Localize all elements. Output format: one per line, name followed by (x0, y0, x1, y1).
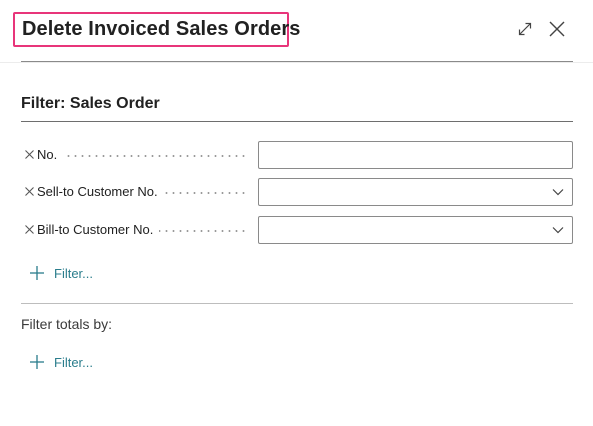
remove-filter-icon[interactable] (24, 186, 35, 197)
filter-row-no: No. (21, 141, 573, 169)
filter-field-label: Sell-to Customer No. (37, 184, 164, 199)
remove-filter-icon[interactable] (24, 149, 35, 160)
filter-field-label: No. (37, 147, 64, 162)
add-filter-label: Filter... (54, 265, 94, 281)
chevron-down-icon (552, 226, 564, 234)
filter-section-title: Filter: Sales Order (21, 95, 160, 112)
no-filter-input[interactable] (258, 141, 573, 169)
add-filter-button[interactable]: Filter... (29, 265, 93, 281)
add-totals-filter-button[interactable]: Filter... (29, 354, 93, 370)
close-button[interactable] (545, 17, 569, 41)
dialog-title: Delete Invoiced Sales Orders (22, 18, 301, 40)
expand-icon (517, 21, 533, 37)
filter-row-bill-to-customer: Bill-to Customer No. (21, 216, 573, 244)
plus-icon (29, 354, 45, 370)
remove-filter-icon[interactable] (24, 224, 35, 235)
bill-to-customer-select[interactable] (258, 216, 573, 244)
filter-totals-title: Filter totals by: (21, 316, 113, 332)
dialog: Delete Invoiced Sales Orders Filter: Sal… (0, 0, 593, 426)
filter-row-sell-to-customer: Sell-to Customer No. (21, 178, 573, 206)
plus-icon (29, 265, 45, 281)
leader-dots (37, 155, 249, 157)
totals-divider (21, 303, 573, 304)
chevron-down-icon (552, 188, 564, 196)
expand-button[interactable] (513, 17, 537, 41)
header-shadow (0, 62, 593, 63)
filter-section-divider (21, 121, 573, 122)
filter-field-label: Bill-to Customer No. (37, 222, 160, 237)
sell-to-customer-select[interactable] (258, 178, 573, 206)
close-icon (548, 20, 566, 38)
add-filter-label: Filter... (54, 354, 94, 370)
dialog-title-highlight: Delete Invoiced Sales Orders (13, 12, 300, 47)
